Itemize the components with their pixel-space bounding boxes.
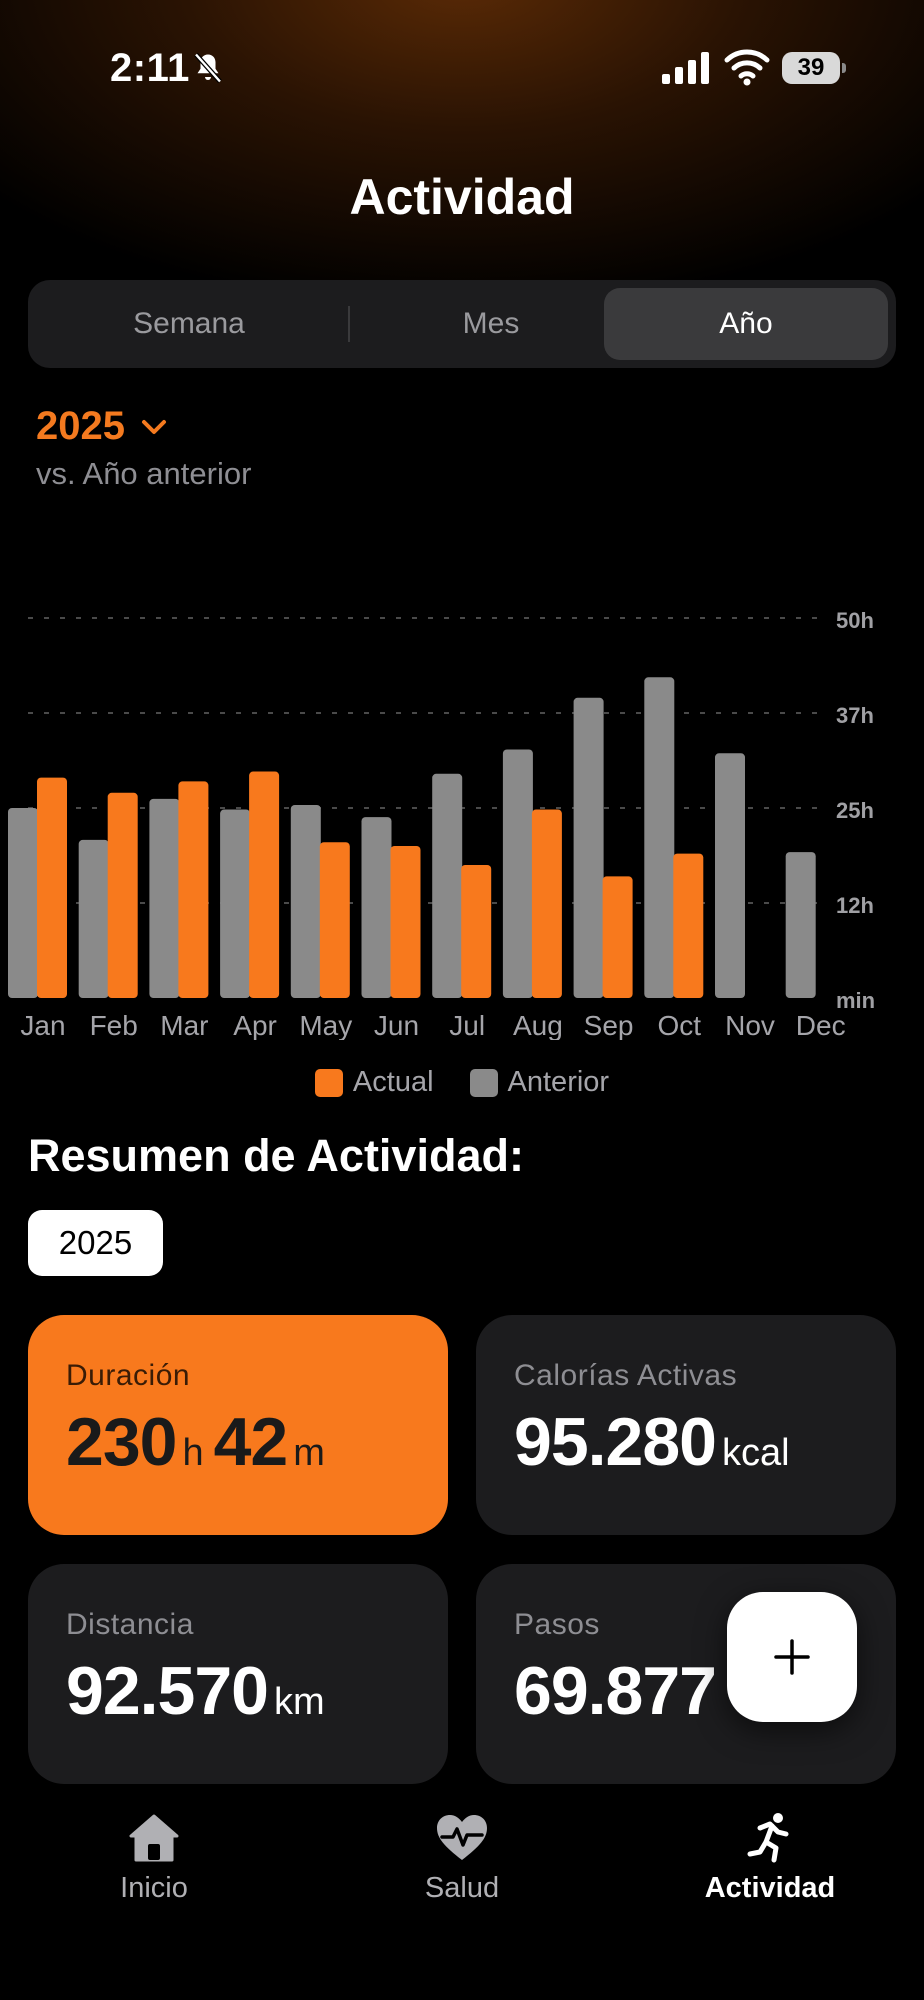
heart-pulse-icon <box>437 1815 487 1860</box>
tab-salud[interactable]: Salud <box>337 1810 587 1905</box>
battery-level: 39 <box>782 52 840 84</box>
calories-label: Calorías Activas <box>514 1359 738 1392</box>
chart-legend: Actual Anterior <box>0 1066 924 1099</box>
duration-label: Duración <box>66 1359 191 1392</box>
bar-anterior <box>785 852 816 998</box>
x-tick-label: Apr <box>233 1010 277 1040</box>
distance-value: 92.570 km <box>66 1652 448 1730</box>
tab-inicio-label: Inicio <box>120 1872 188 1904</box>
legend-swatch-current <box>314 1068 343 1097</box>
legend-label-current: Actual <box>352 1066 434 1098</box>
x-tick-label: May <box>299 1010 352 1040</box>
tab-actividad-label: Actividad <box>704 1872 836 1904</box>
wifi-icon <box>724 49 770 86</box>
home-icon <box>129 1814 179 1862</box>
duration-minutes-unit: m <box>293 1432 325 1474</box>
duration-card[interactable]: Duración 230 h 42 m <box>28 1315 448 1535</box>
x-tick-label: Sep <box>584 1010 634 1040</box>
bar-actual <box>461 865 492 998</box>
bar-anterior <box>502 749 533 998</box>
summary-year-chip[interactable]: 2025 <box>28 1210 163 1276</box>
duration-hours: 230 <box>66 1404 177 1480</box>
bar-anterior <box>573 697 604 998</box>
bar-actual <box>390 846 421 998</box>
x-tick-label: Jan <box>20 1010 65 1040</box>
comparison-label: vs. Año anterior <box>36 456 252 491</box>
steps-number: 69.877 <box>514 1653 717 1729</box>
x-tick-label: Nov <box>725 1010 775 1040</box>
legend-label-previous: Anterior <box>507 1066 610 1098</box>
bar-actual <box>531 809 562 998</box>
y-tick-label: 37h <box>836 703 874 728</box>
signal-icon <box>662 52 709 84</box>
bar-anterior <box>8 808 38 998</box>
battery-indicator: 39 <box>782 52 846 84</box>
segment-month[interactable]: Mes <box>348 288 634 360</box>
bar-actual <box>37 777 67 998</box>
x-tick-label: Oct <box>658 1010 702 1040</box>
duration-value: 230 h 42 m <box>66 1403 448 1481</box>
duration-hours-unit: h <box>182 1432 204 1474</box>
distance-card[interactable]: Distancia 92.570 km <box>28 1564 448 1784</box>
legend-item-previous: Anterior <box>469 1066 610 1099</box>
activity-bar-chart: min12h25h37h50hJan Feb Mar Apr May Jun Jul Aug S… <box>8 608 875 1040</box>
battery-tip <box>842 63 846 73</box>
x-tick-label: Feb <box>90 1010 138 1040</box>
bar-actual <box>319 842 350 998</box>
legend-swatch-previous <box>469 1068 498 1097</box>
tab-salud-label: Salud <box>424 1872 500 1904</box>
calories-number: 95.280 <box>514 1404 717 1480</box>
summary-title: Resumen de Actividad: <box>28 1130 524 1181</box>
calories-value: 95.280 kcal <box>514 1403 896 1481</box>
period-segmented-control: Semana Mes Año <box>28 280 896 368</box>
bar-actual <box>602 876 633 998</box>
x-tick-label: Dec <box>796 1010 846 1040</box>
segment-week[interactable]: Semana <box>44 288 334 360</box>
year-dropdown-value: 2025 <box>36 404 125 448</box>
bar-anterior <box>149 798 180 998</box>
bar-actual <box>249 771 280 998</box>
page-title: Actividad <box>349 169 575 225</box>
status-bar: 2:11 39 <box>0 0 924 130</box>
bar-anterior <box>78 839 109 998</box>
legend-item-current: Actual <box>314 1066 434 1099</box>
bar-actual <box>107 792 138 998</box>
bell-muted-icon <box>194 52 222 84</box>
x-tick-label: Mar <box>160 1010 208 1040</box>
y-tick-label: 50h <box>836 608 874 633</box>
y-tick-label: 25h <box>836 798 874 823</box>
x-tick-label: Jun <box>374 1010 419 1040</box>
y-tick-label: 12h <box>836 893 874 918</box>
bar-anterior <box>644 677 675 998</box>
distance-unit: km <box>273 1681 325 1723</box>
segment-year[interactable]: Año <box>604 288 888 360</box>
x-tick-label: Aug <box>513 1010 563 1040</box>
distance-number: 92.570 <box>66 1653 269 1729</box>
calories-unit: kcal <box>721 1432 790 1474</box>
chevron-down-icon <box>141 419 166 434</box>
calories-card[interactable]: Calorías Activas 95.280 kcal <box>476 1315 896 1535</box>
tab-inicio[interactable]: Inicio <box>29 1810 279 1905</box>
tab-actividad[interactable]: Actividad <box>645 1810 895 1905</box>
bar-anterior <box>432 773 463 998</box>
running-icon <box>747 1813 789 1863</box>
year-dropdown[interactable]: 2025 <box>36 404 169 449</box>
bar-actual <box>178 781 209 998</box>
status-time: 2:11 <box>110 46 190 90</box>
bar-actual <box>673 853 704 998</box>
plus-icon <box>774 1639 810 1675</box>
bar-anterior <box>715 753 745 998</box>
distance-label: Distancia <box>66 1608 194 1641</box>
x-tick-label: Jul <box>449 1010 485 1040</box>
duration-minutes: 42 <box>213 1404 289 1480</box>
bar-anterior <box>290 804 321 998</box>
bar-anterior <box>220 809 251 998</box>
tab-bar: Inicio Salud Actividad <box>0 1790 924 2000</box>
add-activity-button[interactable] <box>727 1592 857 1722</box>
bar-anterior <box>361 817 392 998</box>
